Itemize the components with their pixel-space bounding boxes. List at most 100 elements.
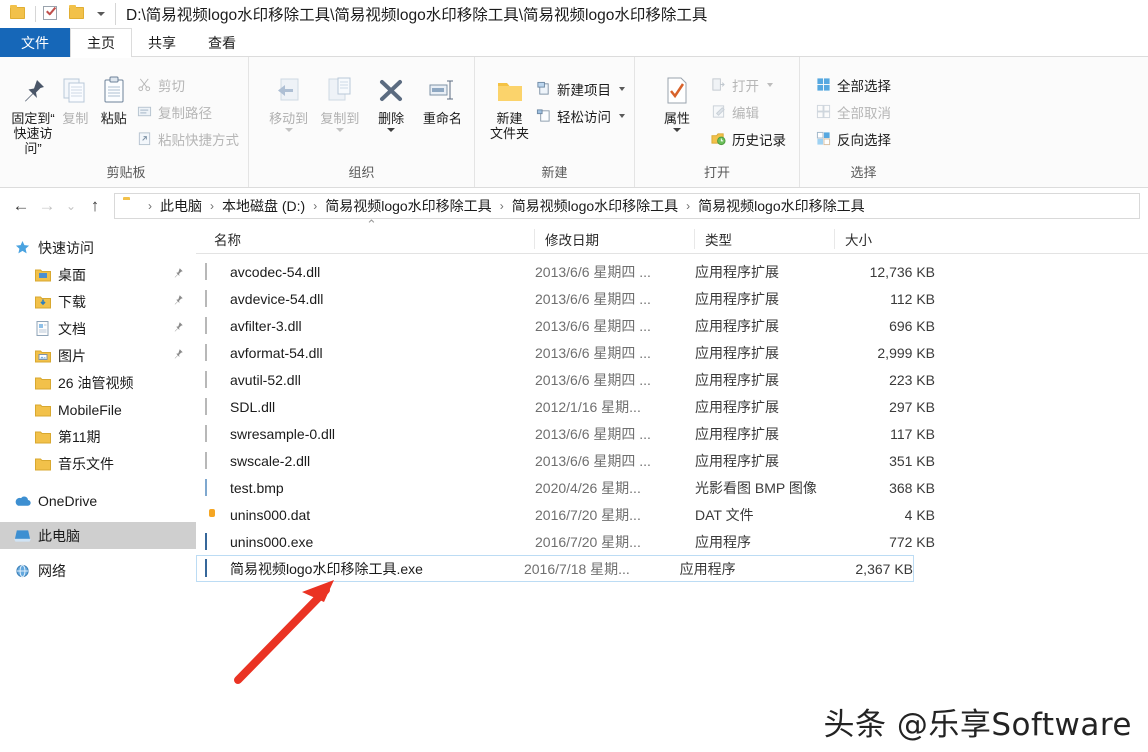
forward-button[interactable]: →	[34, 193, 60, 219]
new-item-button[interactable]: 新建项目	[532, 75, 628, 102]
sidebar-item-documents[interactable]: 文档	[0, 315, 196, 342]
breadcrumb-item-drive-d[interactable]: 本地磁盘 (D:)	[219, 196, 308, 216]
chevron-down-icon[interactable]	[673, 128, 681, 132]
sidebar-item-music-files[interactable]: 音乐文件	[0, 450, 196, 477]
chevron-down-icon[interactable]	[335, 128, 344, 132]
table-row[interactable]: unins000.dat 2016/7/20 星期... DAT 文件 4 KB	[196, 501, 1148, 528]
address-field[interactable]: › 此电脑 › 本地磁盘 (D:) › 简易视频logo水印移除工具 › 简易视…	[114, 193, 1140, 219]
up-button[interactable]: ↑	[82, 193, 108, 219]
chevron-down-icon[interactable]	[97, 12, 105, 16]
tab-view[interactable]: 查看	[192, 28, 252, 57]
breadcrumb-item-level-3[interactable]: 简易视频logo水印移除工具	[695, 196, 867, 216]
chevron-down-icon[interactable]	[387, 128, 396, 132]
tab-home[interactable]: 主页	[70, 28, 132, 58]
column-header-size[interactable]: 大小	[834, 228, 934, 249]
table-row[interactable]: test.bmp 2020/4/26 星期... 光影看图 BMP 图像 368…	[196, 474, 1148, 501]
paste-shortcut-button[interactable]: 粘贴快捷方式	[133, 125, 242, 152]
sidebar-item-mobilefile[interactable]: MobileFile	[0, 396, 196, 423]
exe-file-icon	[205, 532, 222, 551]
table-row[interactable]: avfilter-3.dll 2013/6/6 星期四 ... 应用程序扩展 6…	[196, 312, 1148, 339]
edit-button[interactable]: 编辑	[707, 98, 789, 125]
ribbon-group-clipboard: 固定到“ 快速访问” 复制 粘贴 剪切 复制路径 粘贴快捷方式 剪贴板	[4, 57, 248, 187]
ribbon-group-open: 属性 打开 编辑 历史记录 打开	[634, 57, 799, 187]
table-row[interactable]: avformat-54.dll 2013/6/6 星期四 ... 应用程序扩展 …	[196, 339, 1148, 366]
easy-access-button[interactable]: 轻松访问	[532, 102, 628, 129]
sidebar-item-desktop[interactable]: 桌面	[0, 261, 196, 288]
sidebar-item-label: 图片	[58, 347, 86, 364]
file-size: 2,999 KB	[877, 344, 935, 361]
new-folder-button[interactable]: 新建 文件夹	[487, 65, 532, 141]
sidebar-item-quick-access[interactable]: 快速访问	[0, 234, 196, 261]
column-header-date[interactable]: 修改日期	[534, 228, 694, 249]
table-row[interactable]: swresample-0.dll 2013/6/6 星期四 ... 应用程序扩展…	[196, 420, 1148, 447]
table-row[interactable]: unins000.exe 2016/7/20 星期... 应用程序 772 KB	[196, 528, 1148, 555]
move-to-button[interactable]: 移动到	[263, 65, 314, 132]
chevron-down-icon[interactable]	[767, 82, 773, 87]
chevron-down-icon[interactable]	[619, 86, 625, 91]
back-button[interactable]: ←	[8, 193, 34, 219]
chevron-down-icon[interactable]	[619, 113, 625, 118]
table-row[interactable]: SDL.dll 2012/1/16 星期... 应用程序扩展 297 KB	[196, 393, 1148, 420]
tab-file[interactable]: 文件	[0, 28, 70, 57]
pin-to-quick-access-button[interactable]: 固定到“ 快速访问”	[10, 65, 56, 156]
column-header-name[interactable]: 名称	[204, 229, 534, 249]
history-button[interactable]: 历史记录	[707, 125, 789, 152]
cut-button[interactable]: 剪切	[133, 71, 242, 98]
rename-button[interactable]: 重命名	[417, 65, 468, 126]
sidebar-item-onedrive[interactable]: OneDrive	[0, 487, 196, 514]
chevron-down-icon[interactable]	[284, 128, 293, 132]
breadcrumb-item-level-1[interactable]: 简易视频logo水印移除工具	[322, 196, 494, 216]
pin-icon[interactable]	[172, 267, 184, 282]
sidebar-item-issue-11[interactable]: 第11期	[0, 423, 196, 450]
sidebar-item-youtube-videos[interactable]: 26 油管视频	[0, 369, 196, 396]
pin-icon[interactable]	[172, 294, 184, 309]
sidebar-item-network[interactable]: 网络	[0, 557, 196, 584]
paste-button[interactable]: 粘贴	[95, 65, 133, 126]
file-name: unins000.exe	[230, 533, 314, 550]
column-header-type[interactable]: 类型	[694, 228, 834, 249]
sidebar-item-label: 26 油管视频	[58, 374, 134, 391]
breadcrumb-item-level-2[interactable]: 简易视频logo水印移除工具	[509, 196, 681, 216]
rename-icon	[425, 71, 459, 111]
watermark: 头条 @乐享Software	[823, 707, 1132, 743]
table-row[interactable]: avutil-52.dll 2013/6/6 星期四 ... 应用程序扩展 22…	[196, 366, 1148, 393]
open-button[interactable]: 打开	[707, 71, 789, 98]
dll-file-icon	[205, 316, 222, 335]
new-item-icon	[535, 80, 552, 97]
new-folder-icon[interactable]	[69, 5, 87, 23]
breadcrumb-separator: ›	[499, 199, 504, 213]
folder-icon	[34, 429, 51, 445]
sidebar-item-downloads[interactable]: 下载	[0, 288, 196, 315]
sidebar-item-this-pc[interactable]: 此电脑	[0, 522, 196, 549]
table-row[interactable]: avcodec-54.dll 2013/6/6 星期四 ... 应用程序扩展 1…	[196, 258, 1148, 285]
ribbon: 固定到“ 快速访问” 复制 粘贴 剪切 复制路径 粘贴快捷方式 剪贴板 移动到 …	[0, 57, 1148, 188]
edit-icon	[710, 103, 727, 120]
table-row-selected[interactable]: 简易视频logo水印移除工具.exe 2016/7/18 星期... 应用程序 …	[196, 555, 914, 582]
button-label: 粘贴	[100, 111, 127, 126]
table-row[interactable]: swscale-2.dll 2013/6/6 星期四 ... 应用程序扩展 35…	[196, 447, 1148, 474]
delete-icon	[374, 71, 408, 111]
copy-button[interactable]: 复制	[56, 65, 94, 126]
sidebar-item-label: 桌面	[58, 266, 86, 283]
sidebar-item-pictures[interactable]: 图片	[0, 342, 196, 369]
folder-icon[interactable]	[10, 5, 28, 23]
select-all-button[interactable]: 全部选择	[812, 71, 894, 98]
properties-icon[interactable]	[43, 5, 61, 23]
copy-to-button[interactable]: 复制到	[314, 65, 365, 132]
button-label: 编辑	[732, 105, 759, 121]
button-label: 全部取消	[837, 105, 891, 121]
breadcrumb-separator: ›	[313, 199, 318, 213]
delete-button[interactable]: 删除	[366, 65, 417, 132]
invert-selection-button[interactable]: 反向选择	[812, 125, 894, 152]
file-size: 297 KB	[889, 398, 935, 415]
copy-path-button[interactable]: 复制路径	[133, 98, 242, 125]
pin-icon[interactable]	[172, 321, 184, 336]
file-name: avutil-52.dll	[230, 371, 301, 388]
tab-share[interactable]: 共享	[132, 28, 192, 57]
select-none-button[interactable]: 全部取消	[812, 98, 894, 125]
breadcrumb-item-this-pc[interactable]: 此电脑	[157, 196, 205, 216]
recent-locations-button[interactable]: ⌄	[60, 193, 82, 219]
pin-icon[interactable]	[172, 348, 184, 363]
properties-button[interactable]: 属性	[647, 65, 707, 132]
table-row[interactable]: avdevice-54.dll 2013/6/6 星期四 ... 应用程序扩展 …	[196, 285, 1148, 312]
